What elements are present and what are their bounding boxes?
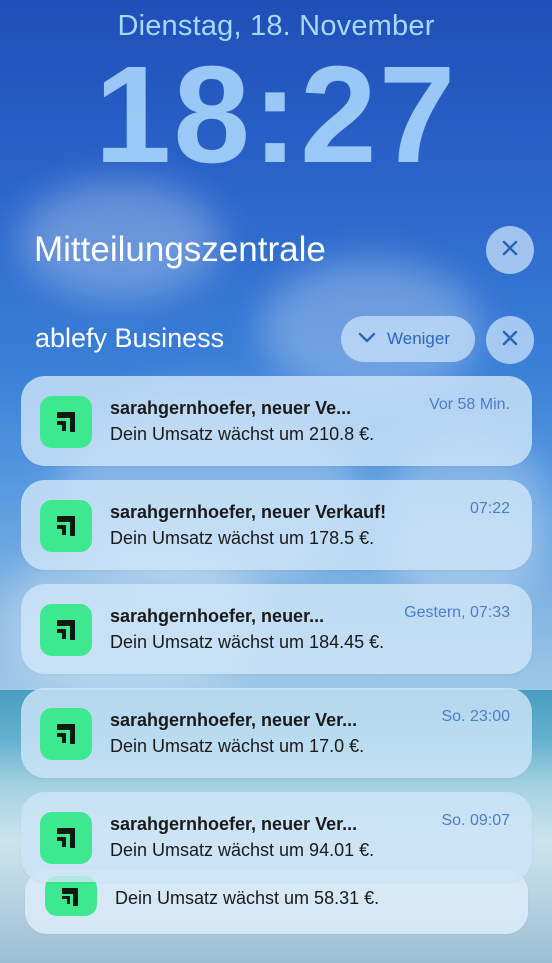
notification-card[interactable]: sarahgernhoefer, neuer Ver... Dein Umsat… xyxy=(21,688,532,778)
notification-body: Dein Umsatz wächst um 94.01 €. xyxy=(110,840,375,860)
notification-card[interactable]: sarahgernhoefer, neuer Ver... Dein Umsat… xyxy=(21,792,532,882)
notification-body: Dein Umsatz wächst um 58.31 €. xyxy=(115,888,380,908)
notification-card[interactable]: sarahgernhoefer, neuer... Dein Umsatz wä… xyxy=(21,584,532,674)
notification-card[interactable]: sarahgernhoefer, neuer Verkauf! Dein Ums… xyxy=(21,480,532,570)
clear-all-button[interactable] xyxy=(486,226,534,274)
notification-time: So. 09:07 xyxy=(441,812,511,829)
close-icon xyxy=(501,326,519,354)
notification-title: sarahgernhoefer, neuer Ver... xyxy=(110,814,358,834)
notification-title: sarahgernhoefer, neuer Ve... xyxy=(110,398,352,418)
notification-title: sarahgernhoefer, neuer... xyxy=(110,606,325,626)
ablefy-app-icon xyxy=(40,396,92,448)
chevron-down-icon xyxy=(357,329,377,349)
notification-body: Dein Umsatz wächst um 178.5 €. xyxy=(110,528,375,548)
close-icon xyxy=(501,236,519,264)
ablefy-app-icon xyxy=(40,708,92,760)
ablefy-app-icon xyxy=(40,812,92,864)
ablefy-app-icon xyxy=(40,604,92,656)
notification-body: Dein Umsatz wächst um 210.8 €. xyxy=(110,424,375,444)
notification-time: So. 23:00 xyxy=(441,708,511,725)
notification-time: Vor 58 Min. xyxy=(429,396,510,413)
ablefy-app-icon xyxy=(40,500,92,552)
notification-body: Dein Umsatz wächst um 17.0 €. xyxy=(110,736,365,756)
lockscreen-time: 18:27 xyxy=(94,38,458,192)
notification-time: 07:22 xyxy=(469,500,510,517)
ablefy-app-icon xyxy=(45,876,97,916)
notification-card[interactable]: sarahgernhoefer, neuer Ve... Dein Umsatz… xyxy=(21,376,532,466)
notification-time: Gestern, 07:33 xyxy=(404,604,510,621)
notification-title: sarahgernhoefer, neuer Ver... xyxy=(110,710,358,730)
notification-title: sarahgernhoefer, neuer Verkauf! xyxy=(110,502,387,522)
clear-group-button[interactable] xyxy=(486,316,534,364)
notification-center-title: Mitteilungszentrale xyxy=(34,230,326,269)
show-less-button[interactable]: Weniger xyxy=(341,316,475,362)
group-app-name: ablefy Business xyxy=(35,323,225,353)
notification-body: Dein Umsatz wächst um 184.45 €. xyxy=(110,632,385,652)
show-less-label: Weniger xyxy=(387,329,450,348)
